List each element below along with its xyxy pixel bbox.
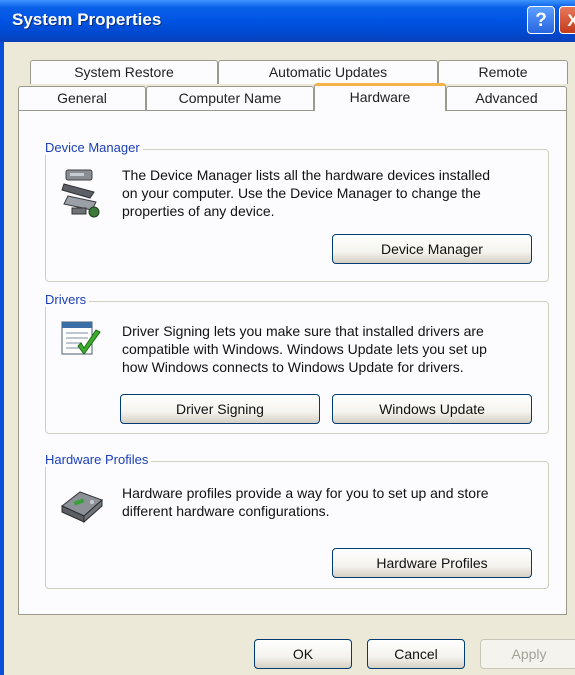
drivers-description-line-3: how Windows connects to Windows Update f… — [122, 359, 464, 375]
close-button[interactable]: X — [559, 6, 575, 34]
drivers-group: Drivers Driver Signing lets you make sur… — [42, 292, 549, 434]
driver-signing-icon — [61, 321, 101, 355]
hardware-profiles-icon — [61, 491, 103, 524]
apply-button[interactable]: Apply — [480, 639, 575, 669]
title-bar[interactable]: System Properties ? X — [0, 0, 575, 42]
device-manager-group: Device Manager The Device Manager lists … — [42, 140, 549, 282]
system-properties-window: System Properties ? X System Restore Aut… — [0, 0, 575, 675]
driver-signing-button[interactable]: Driver Signing — [120, 394, 320, 424]
tab-advanced[interactable]: Advanced — [446, 86, 567, 110]
drivers-description-line-2: compatible with Windows. Windows Update … — [122, 341, 487, 357]
tab-automatic-updates[interactable]: Automatic Updates — [218, 60, 438, 84]
device-manager-description-line-3: properties of any device. — [122, 203, 275, 219]
cancel-button[interactable]: Cancel — [367, 639, 465, 669]
tab-remote[interactable]: Remote — [438, 60, 568, 84]
drivers-legend: Drivers — [42, 292, 90, 307]
hardware-tab-panel: Device Manager The Device Manager lists … — [18, 110, 567, 615]
device-manager-legend: Device Manager — [42, 140, 143, 155]
windows-update-button[interactable]: Windows Update — [332, 394, 532, 424]
tab-hardware[interactable]: Hardware — [314, 83, 446, 111]
device-manager-button[interactable]: Device Manager — [332, 234, 532, 264]
hardware-profiles-description-line-1: Hardware profiles provide a way for you … — [122, 485, 489, 501]
hardware-profiles-group: Hardware Profiles Hardware profiles prov… — [42, 452, 549, 589]
window-left-border — [0, 42, 4, 675]
tab-computer-name[interactable]: Computer Name — [146, 86, 314, 110]
device-manager-icon — [61, 169, 100, 218]
hardware-profiles-button[interactable]: Hardware Profiles — [332, 548, 532, 578]
help-button[interactable]: ? — [527, 6, 555, 34]
device-manager-description-line-1: The Device Manager lists all the hardwar… — [122, 167, 491, 183]
device-manager-description-line-2: on your computer. Use the Device Manager… — [122, 185, 481, 201]
drivers-description-line-1: Driver Signing lets you make sure that i… — [122, 323, 484, 339]
hardware-profiles-legend: Hardware Profiles — [42, 452, 152, 467]
tab-system-restore[interactable]: System Restore — [30, 60, 218, 84]
tab-general[interactable]: General — [18, 86, 146, 110]
ok-button[interactable]: OK — [254, 639, 352, 669]
hardware-profiles-description-line-2: different hardware configurations. — [122, 503, 330, 519]
window-title: System Properties — [12, 10, 162, 29]
